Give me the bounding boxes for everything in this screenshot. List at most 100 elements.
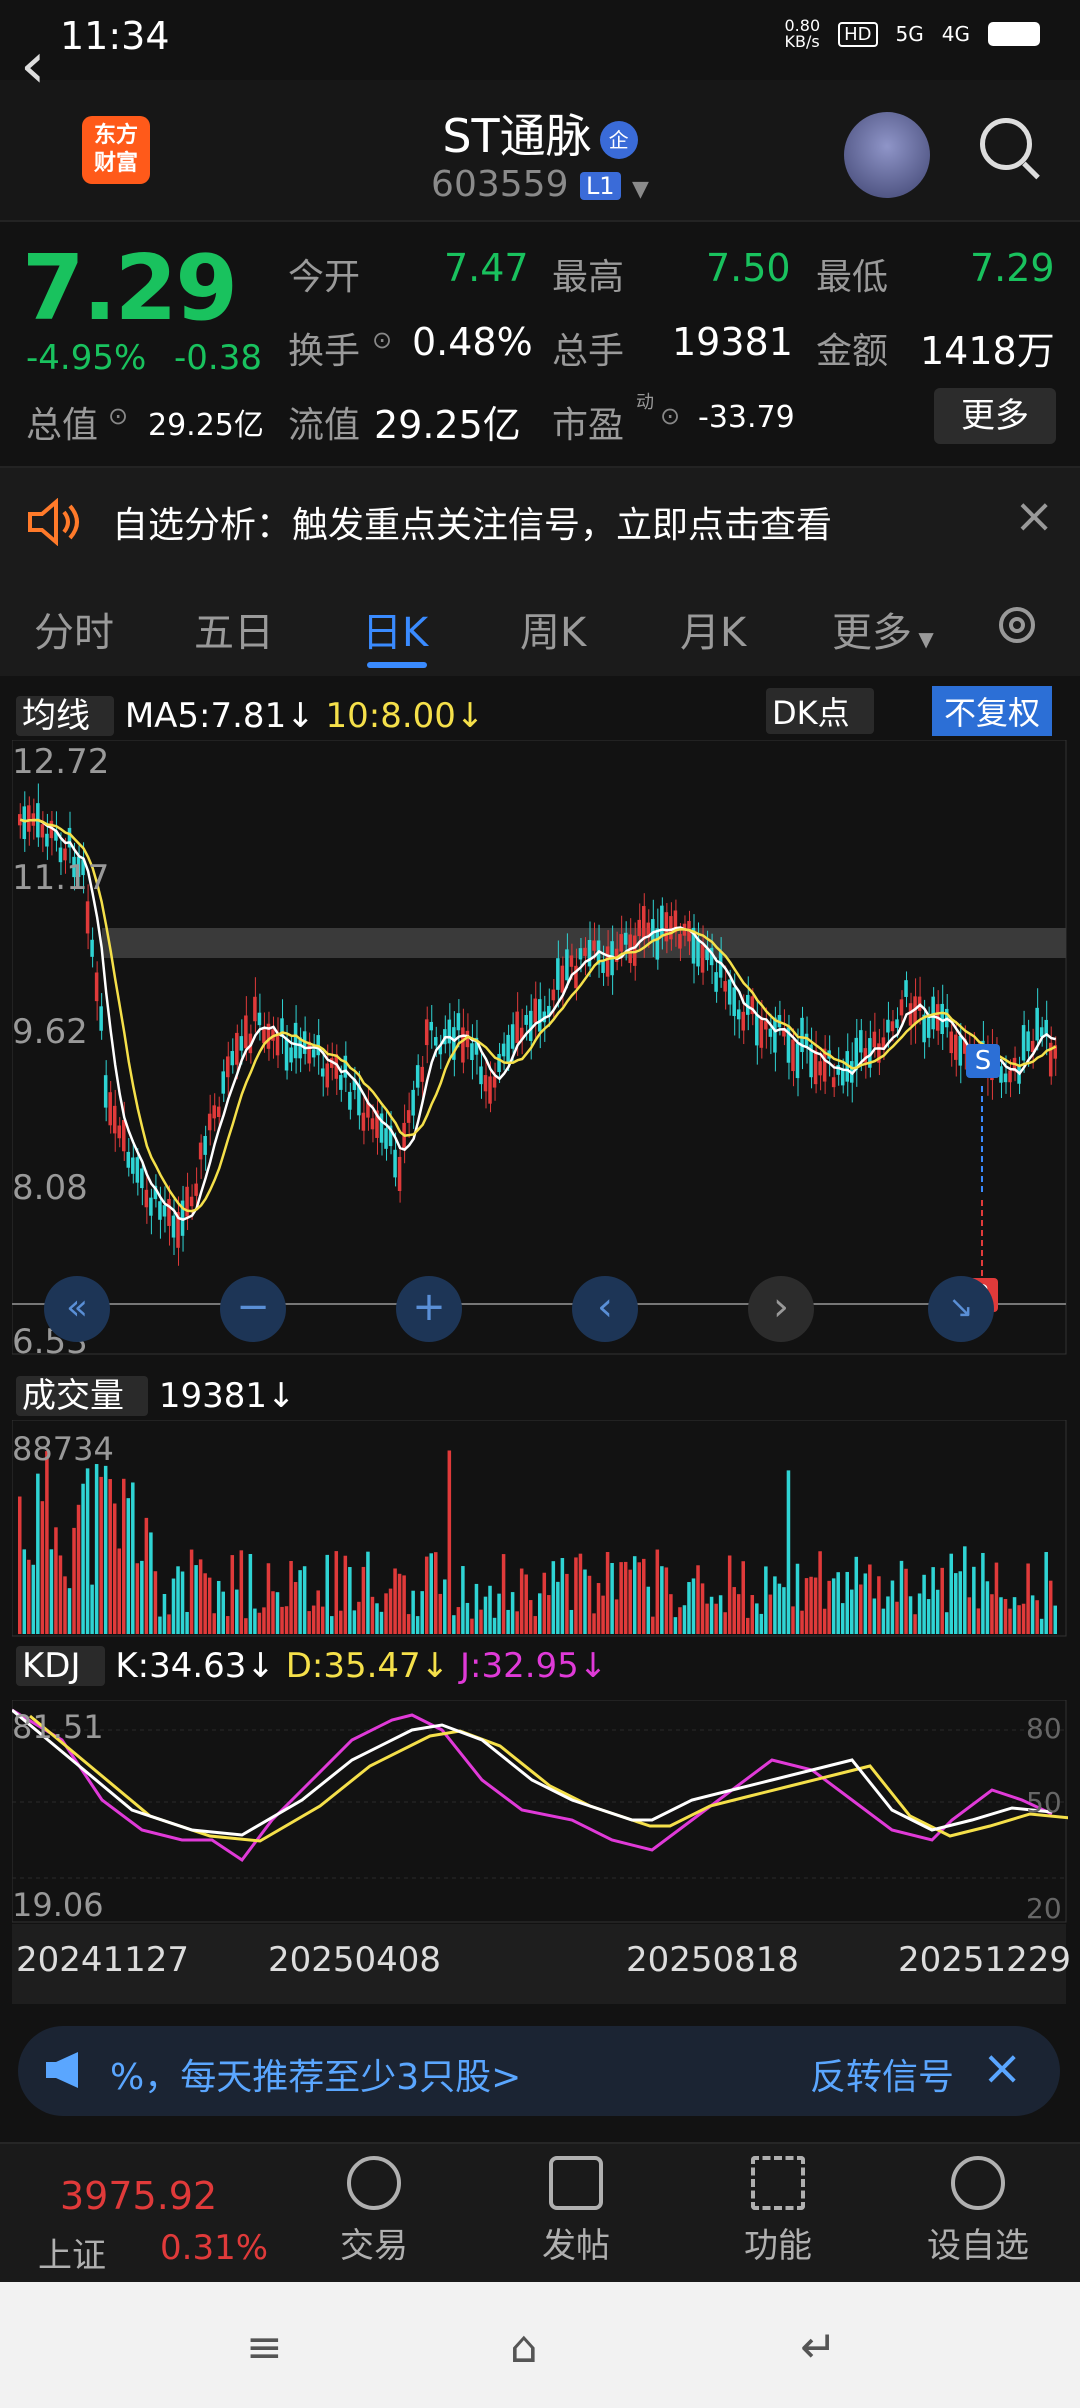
- sell-signal-badge[interactable]: S: [966, 1044, 1000, 1078]
- tab-fenshi[interactable]: 分时: [34, 600, 114, 658]
- volume-bar: [189, 1549, 194, 1634]
- notice-banner[interactable]: 自选分析：触发重点关注信号，立即点击查看 ×: [0, 468, 1080, 574]
- tab-week-k[interactable]: 周K: [520, 600, 586, 658]
- candle: [479, 1066, 483, 1085]
- volume-bar: [714, 1603, 718, 1634]
- back-icon[interactable]: ‹: [20, 34, 46, 98]
- volume-bar: [266, 1563, 271, 1634]
- volume-max: 88734: [12, 1430, 114, 1468]
- volume-bar: [854, 1556, 859, 1634]
- index-value[interactable]: 3975.92: [60, 2174, 217, 2218]
- volume-bar: [786, 1470, 791, 1634]
- volume-bar: [759, 1613, 764, 1634]
- volume-bar: [623, 1561, 628, 1634]
- dropdown-icon: ▼: [632, 177, 649, 202]
- volume-bar: [931, 1567, 935, 1634]
- volume-bar: [935, 1589, 940, 1634]
- volume-bar: [415, 1616, 420, 1634]
- volume-bar: [528, 1600, 533, 1634]
- candle: [257, 1012, 262, 1026]
- volume-bar: [917, 1593, 922, 1634]
- search-icon[interactable]: [980, 118, 1032, 170]
- info-icon[interactable]: ⊙: [372, 326, 392, 354]
- settings-icon[interactable]: [990, 598, 1044, 652]
- menu-icon[interactable]: ≡: [246, 2322, 283, 2373]
- volume-bar: [443, 1579, 447, 1634]
- volume-bar: [167, 1614, 171, 1634]
- volume-bar: [994, 1562, 999, 1634]
- tab-five-day[interactable]: 五日: [194, 600, 274, 658]
- volume-bar: [194, 1565, 198, 1634]
- tab-more[interactable]: 更多 ▼: [832, 600, 934, 658]
- index-name[interactable]: 上证: [38, 2228, 106, 2277]
- volume-bar: [601, 1595, 605, 1634]
- stock-code: 603559: [431, 164, 569, 205]
- level-badge: L1: [579, 172, 621, 200]
- volume-bar: [465, 1602, 470, 1634]
- kdj-80: 80: [1026, 1712, 1062, 1745]
- volume-bar: [58, 1555, 63, 1634]
- price-level-3: 9.62: [12, 1012, 88, 1052]
- volume-bar: [691, 1578, 696, 1634]
- ma10-value: 10:8.00↓: [325, 696, 485, 736]
- price-level-1: 12.72: [12, 742, 110, 782]
- volume-bar: [985, 1581, 990, 1634]
- volume-bar: [614, 1599, 619, 1634]
- volume-bar: [800, 1610, 804, 1634]
- volume-bar: [370, 1596, 375, 1634]
- zoom-out-icon[interactable]: −: [220, 1276, 286, 1342]
- promo-banner[interactable]: %，每天推荐至少3只股> 反转信号 ×: [18, 2026, 1060, 2116]
- adjust-button[interactable]: 不复权: [932, 686, 1053, 736]
- system-nav-bar: ≡ ⌂ ↵: [0, 2282, 1080, 2408]
- close-icon[interactable]: ×: [1014, 488, 1054, 544]
- volume-bar: [298, 1570, 302, 1634]
- zoom-in-icon[interactable]: +: [396, 1276, 462, 1342]
- volume-bar: [366, 1551, 370, 1634]
- nav-function[interactable]: 功能: [698, 2156, 858, 2267]
- kline-chart[interactable]: [12, 740, 1068, 1356]
- ma-selector[interactable]: 均线: [16, 696, 114, 736]
- more-button[interactable]: 更多: [934, 388, 1056, 444]
- edit-icon: [549, 2156, 603, 2210]
- volume-bar: [320, 1606, 325, 1634]
- nav-trade[interactable]: 交易: [294, 2156, 454, 2267]
- tab-day-k[interactable]: 日K: [362, 600, 428, 658]
- volume-chart: [12, 1420, 1067, 1637]
- volume-selector[interactable]: 成交量: [16, 1376, 148, 1416]
- volume-bar: [845, 1571, 849, 1634]
- index-pct[interactable]: 0.31%: [160, 2228, 268, 2268]
- candle: [22, 806, 27, 839]
- nav-add-watchlist[interactable]: 设自选: [898, 2156, 1058, 2267]
- date-4: 20251229: [898, 1940, 1072, 1980]
- scroll-left-fast-icon[interactable]: «: [44, 1276, 110, 1342]
- volume-bar: [822, 1608, 827, 1634]
- dk-point-selector[interactable]: DK点: [766, 688, 874, 734]
- info-icon[interactable]: ⊙: [108, 402, 128, 430]
- back-nav-icon[interactable]: ↵: [800, 2322, 837, 2373]
- info-icon[interactable]: ⊙: [660, 402, 680, 430]
- scroll-left-icon[interactable]: ‹: [572, 1276, 638, 1342]
- robot-avatar-icon[interactable]: [844, 112, 930, 198]
- candle: [253, 996, 257, 1022]
- tab-month-k[interactable]: 月K: [680, 600, 746, 658]
- fullscreen-icon[interactable]: ↘: [928, 1276, 994, 1342]
- mcap-label: 总值: [26, 405, 99, 446]
- volume-bar: [244, 1618, 248, 1634]
- volume-bar: [18, 1496, 22, 1634]
- volume-bar: [144, 1517, 149, 1634]
- volume-bar: [339, 1610, 343, 1634]
- change-percent: -4.95%: [26, 338, 147, 378]
- nav-post[interactable]: 发帖: [496, 2156, 656, 2267]
- candle: [122, 1119, 126, 1152]
- home-icon[interactable]: ⌂: [510, 2322, 538, 2373]
- kdj-selector[interactable]: KDJ: [16, 1646, 105, 1686]
- volume-bar: [610, 1562, 614, 1634]
- volume-bar: [569, 1609, 574, 1634]
- volume-bar: [99, 1476, 103, 1634]
- open-label: 今开: [288, 257, 361, 298]
- volume-bar: [926, 1599, 931, 1634]
- volume-bar: [81, 1483, 85, 1634]
- net-speed: 0.80 KB/s: [784, 16, 821, 51]
- scroll-right-icon[interactable]: ›: [748, 1276, 814, 1342]
- close-icon[interactable]: ×: [982, 2040, 1022, 2096]
